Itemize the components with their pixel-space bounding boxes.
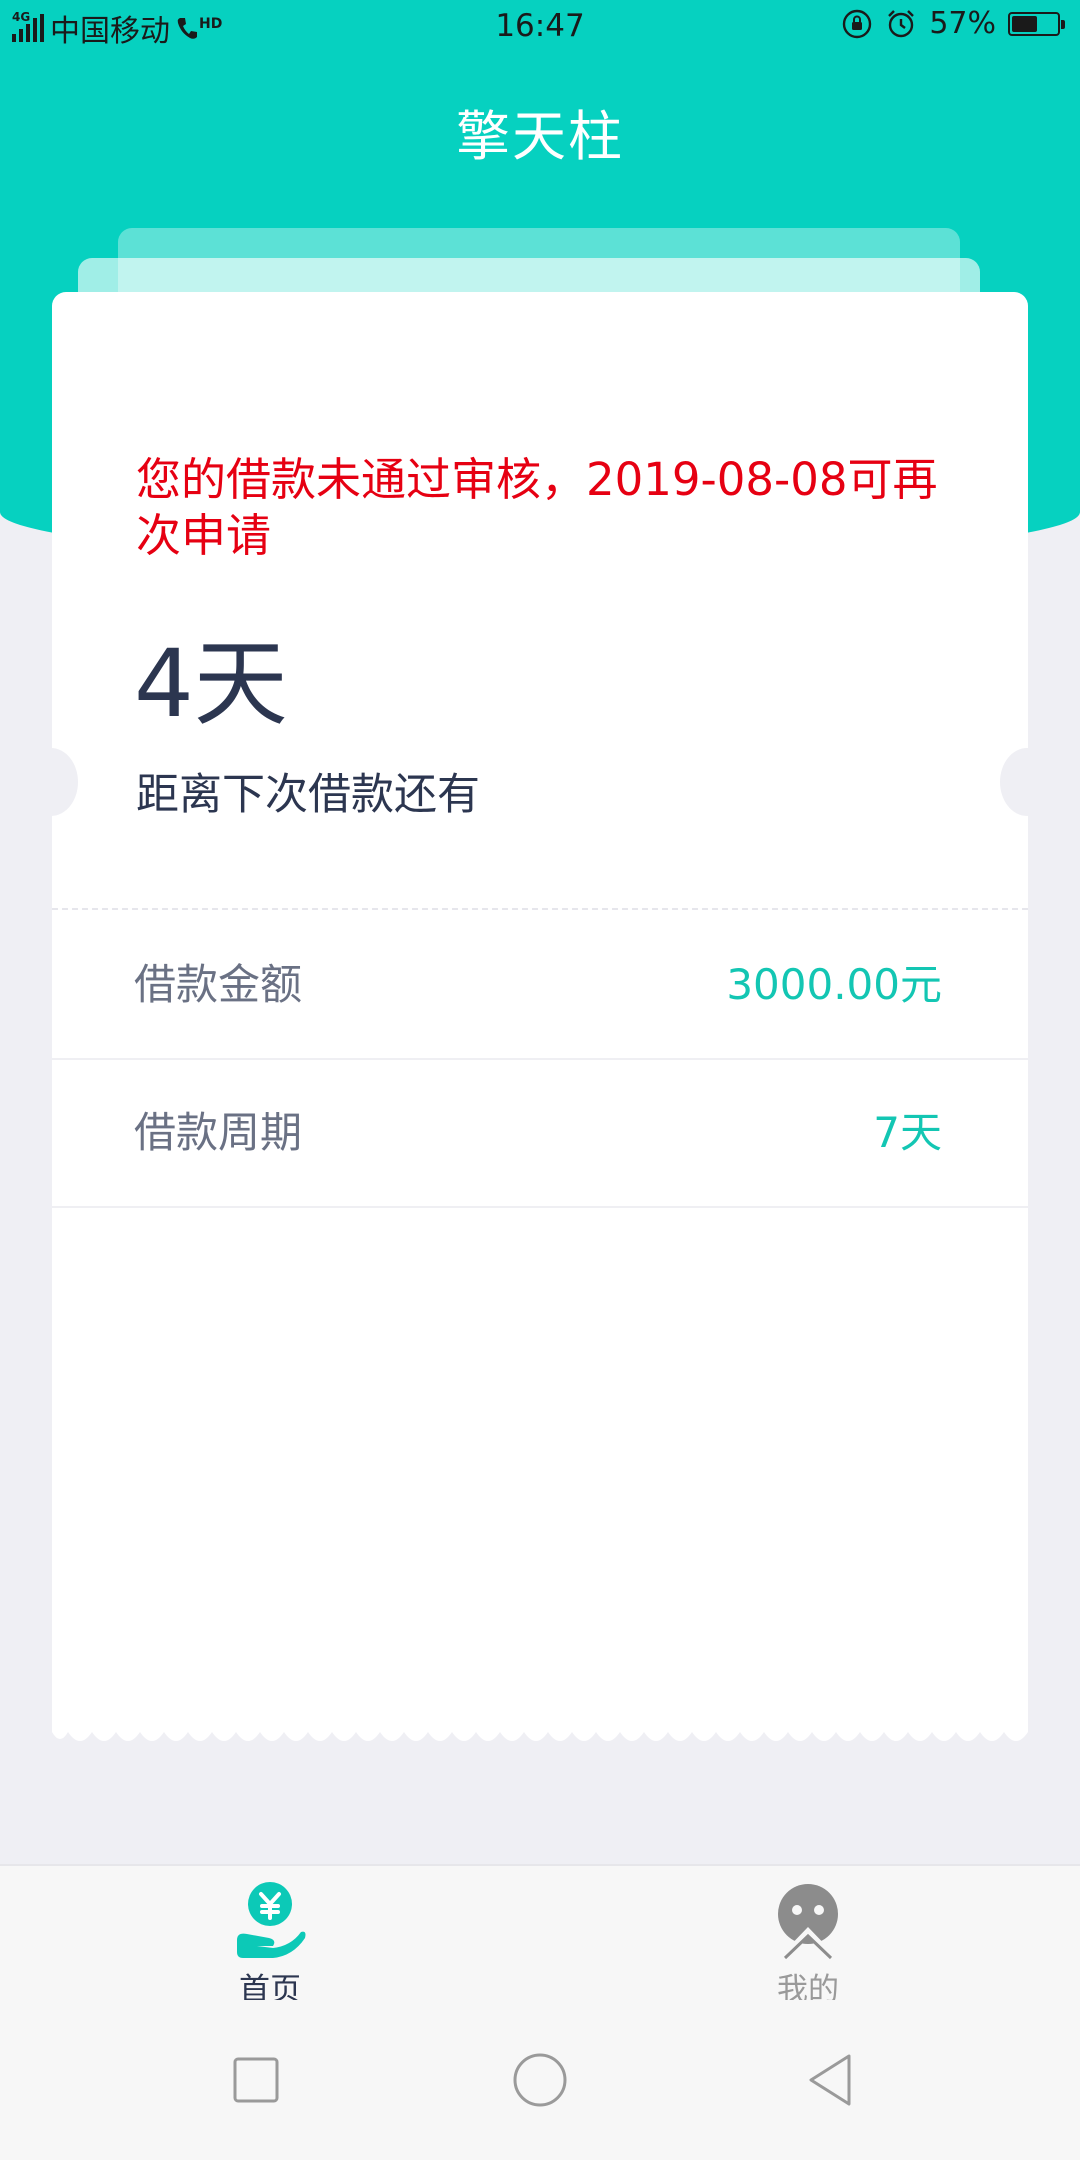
loan-period-row: 借款周期 7天 (52, 1060, 1028, 1208)
loan-amount-label: 借款金额 (134, 960, 303, 1009)
status-right: 57% (841, 6, 1065, 41)
battery-percent: 57% (929, 6, 996, 41)
ticket-notch-left (24, 748, 78, 816)
circle-icon (513, 2053, 567, 2107)
status-bar: 4G 中国移动 HD 16:47 57% (0, 0, 1080, 56)
battery-icon (1008, 11, 1065, 36)
tab-mine[interactable]: 我的 (708, 1866, 908, 2008)
tab-home[interactable]: 首页 (170, 1866, 370, 2008)
bottom-tab-bar: 首页 我的 (0, 1864, 1080, 2008)
back-triangle-icon (809, 2054, 851, 2106)
profile-face-icon (778, 1884, 838, 1960)
days-remaining-label: 距离下次借款还有 (136, 770, 480, 820)
days-remaining: 4天 (134, 630, 288, 739)
home-nav-button[interactable] (492, 2032, 588, 2128)
dashed-divider (52, 908, 1028, 910)
loan-amount-row: 借款金额 3000.00元 (52, 912, 1028, 1060)
alarm-icon (888, 9, 915, 37)
ticket-notch-right (1000, 748, 1054, 816)
square-icon (233, 2057, 279, 2103)
card-scalloped-edge (52, 1722, 1028, 1741)
loan-amount-value: 3000.00元 (726, 960, 942, 1009)
loan-period-label: 借款周期 (134, 1108, 303, 1157)
home-yuan-hand-icon (237, 1882, 306, 1958)
recent-apps-button[interactable] (208, 2032, 304, 2128)
back-nav-button[interactable] (782, 2032, 878, 2128)
page-title: 擎天柱 (456, 105, 624, 168)
rejection-notice: 您的借款未通过审核，2019-08-08可再次申请 (136, 453, 938, 562)
loan-status-card: 您的借款未通过审核，2019-08-08可再次申请 4天 距离下次借款还有 借款… (52, 292, 1028, 1722)
loan-period-value: 7天 (873, 1108, 942, 1157)
rotation-lock-icon (843, 9, 872, 38)
system-navigation-bar (0, 2000, 1080, 2160)
